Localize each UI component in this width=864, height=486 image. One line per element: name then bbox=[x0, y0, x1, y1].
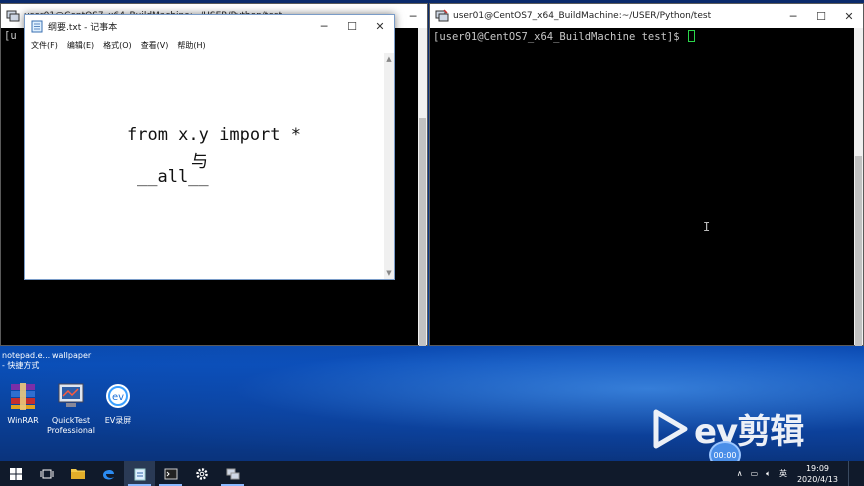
notepad-icon bbox=[134, 468, 145, 480]
start-button[interactable] bbox=[0, 461, 31, 486]
putty-icon bbox=[435, 9, 449, 22]
system-tray: ∧ ▭ 🔈︎ 英 19:09 2020/4/13 bbox=[733, 461, 864, 486]
winrar-label: WinRAR bbox=[7, 416, 39, 425]
show-hidden-icons-icon[interactable]: ∧ bbox=[737, 469, 743, 478]
text-line-1: from x.y import * bbox=[127, 125, 301, 145]
clock-date: 2020/4/13 bbox=[796, 474, 838, 484]
quicktest-label: QuickTest Professional bbox=[46, 416, 96, 435]
notepad-menubar: 文件(F) 编辑(E) 格式(O) 查看(V) 帮助(H) bbox=[25, 37, 394, 53]
clock[interactable]: 19:09 2020/4/13 bbox=[797, 463, 838, 485]
text-line-3: __all__ bbox=[137, 167, 209, 187]
menu-edit[interactable]: 编辑(E) bbox=[67, 40, 94, 51]
terminal-cursor bbox=[687, 30, 695, 42]
left-terminal-prompt: [u bbox=[4, 30, 17, 42]
task-view-button[interactable] bbox=[31, 461, 62, 486]
scroll-thumb[interactable] bbox=[419, 118, 426, 346]
minimize-button[interactable]: ─ bbox=[310, 14, 338, 38]
menu-help[interactable]: 帮助(H) bbox=[177, 40, 205, 51]
task-view-icon bbox=[40, 469, 53, 478]
notepad-title: 纲要.txt - 记事本 bbox=[48, 22, 118, 33]
wallpaper-name: wallpaper bbox=[52, 351, 92, 360]
putty-icon bbox=[6, 10, 20, 22]
notepad-text-area[interactable]: from x.y import * 与 __all__ bbox=[25, 53, 384, 279]
menu-view[interactable]: 查看(V) bbox=[141, 40, 169, 51]
scroll-thumb[interactable] bbox=[855, 156, 862, 346]
close-button[interactable]: ✕ bbox=[366, 14, 394, 38]
edge-browser-icon bbox=[103, 469, 114, 480]
quicktest-icon bbox=[58, 383, 84, 407]
taskbar-file-explorer[interactable] bbox=[62, 461, 93, 486]
show-desktop-button[interactable] bbox=[848, 461, 864, 486]
terminal-icon bbox=[164, 468, 177, 479]
clock-time: 19:09 bbox=[805, 463, 830, 473]
ev-recorder-desktop-icon[interactable]: ev EV录屏 bbox=[98, 381, 138, 426]
taskbar-putty[interactable] bbox=[217, 461, 248, 486]
watermark-text: ev剪辑 bbox=[694, 412, 804, 452]
notepad-scrollbar[interactable]: ▲ ▼ bbox=[384, 53, 394, 279]
right-terminal-titlebar[interactable]: user01@CentOS7_x64_BuildMachine:~/USER/P… bbox=[430, 4, 863, 28]
input-language[interactable]: 英 bbox=[779, 468, 787, 479]
ev-recorder-icon: ev bbox=[106, 384, 130, 408]
menu-format[interactable]: 格式(O) bbox=[103, 40, 132, 51]
taskbar-terminal[interactable] bbox=[155, 461, 186, 486]
folder-icon bbox=[70, 469, 85, 479]
svg-text:ev: ev bbox=[112, 392, 124, 403]
network-icon[interactable]: ▭ bbox=[751, 469, 759, 478]
notepad-icon bbox=[31, 20, 43, 33]
notepad-window[interactable]: 纲要.txt - 记事本 ─ ☐ ✕ 文件(F) 编辑(E) 格式(O) 查看(… bbox=[24, 14, 395, 280]
gear-icon bbox=[195, 467, 208, 480]
taskbar-settings[interactable] bbox=[186, 461, 217, 486]
ev-recorder-label: EV录屏 bbox=[104, 416, 132, 425]
notepad-shortcut-label[interactable]: notepad.e... - 快捷方式 bbox=[2, 351, 52, 371]
right-terminal-screen[interactable]: [user01@CentOS7_x64_BuildMachine test]$ … bbox=[430, 28, 854, 345]
right-terminal-prompt: [user01@CentOS7_x64_BuildMachine test]$ bbox=[433, 30, 695, 43]
right-terminal-window[interactable]: user01@CentOS7_x64_BuildMachine:~/USER/P… bbox=[429, 3, 864, 346]
notepad-shortcut-name: notepad.e... bbox=[2, 351, 51, 360]
taskbar-notepad[interactable] bbox=[124, 461, 155, 486]
winrar-icon bbox=[11, 383, 35, 410]
notepad-shortcut-suffix: - 快捷方式 bbox=[2, 361, 40, 370]
right-terminal-title: user01@CentOS7_x64_BuildMachine:~/USER/P… bbox=[453, 11, 712, 21]
minimize-button[interactable]: ─ bbox=[779, 4, 807, 28]
maximize-button[interactable]: ☐ bbox=[338, 14, 366, 38]
winrar-desktop-icon[interactable]: WinRAR bbox=[2, 381, 44, 426]
maximize-button[interactable]: ☐ bbox=[807, 4, 835, 28]
quicktest-desktop-icon[interactable]: QuickTest Professional bbox=[46, 381, 96, 436]
menu-file[interactable]: 文件(F) bbox=[31, 40, 58, 51]
scroll-up-icon[interactable]: ▲ bbox=[384, 53, 394, 65]
putty-icon bbox=[226, 468, 239, 479]
taskbar: ∧ ▭ 🔈︎ 英 19:09 2020/4/13 bbox=[0, 461, 864, 486]
mouse-ibeam-icon: I bbox=[703, 220, 711, 234]
taskbar-edge[interactable] bbox=[93, 461, 124, 486]
left-terminal-scrollbar[interactable] bbox=[418, 28, 427, 346]
prompt-text: [user01@CentOS7_x64_BuildMachine test]$ bbox=[433, 31, 686, 43]
right-terminal-scrollbar[interactable] bbox=[854, 28, 863, 346]
volume-icon[interactable]: 🔈︎ bbox=[766, 469, 771, 479]
wallpaper-label[interactable]: wallpaper bbox=[52, 351, 92, 361]
scroll-down-icon[interactable]: ▼ bbox=[384, 267, 394, 279]
notepad-titlebar[interactable]: 纲要.txt - 记事本 ─ ☐ ✕ bbox=[25, 15, 394, 37]
close-button[interactable]: ✕ bbox=[835, 4, 863, 28]
play-logo-icon bbox=[653, 409, 688, 448]
minimize-button[interactable]: ─ bbox=[399, 4, 427, 28]
windows-logo-icon bbox=[9, 467, 22, 480]
